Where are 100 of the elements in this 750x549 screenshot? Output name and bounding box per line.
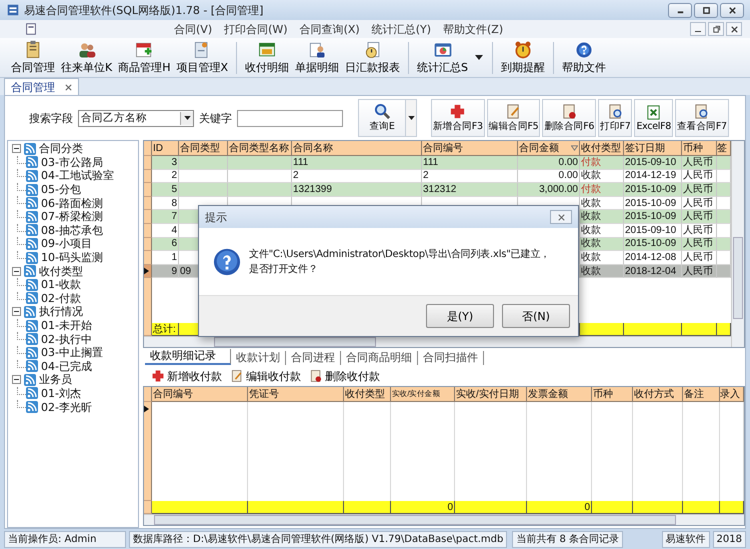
feed-icon <box>26 333 38 346</box>
detail-action-button[interactable]: 删除收付款 <box>307 368 382 384</box>
action-button[interactable]: 删除合同F6 <box>542 99 596 137</box>
query-dropdown-button[interactable] <box>405 99 417 137</box>
tree-item[interactable]: 04-工地试验室 <box>41 168 114 184</box>
table-cell <box>179 183 228 197</box>
detail-tab[interactable]: 合同扫描件 <box>418 351 484 365</box>
query-button[interactable]: 查询E <box>358 99 406 137</box>
tree-item[interactable]: 合同分类 <box>39 141 83 156</box>
vertical-scrollbar[interactable] <box>731 141 744 347</box>
search-field-dropdown[interactable]: 合同乙方名称 <box>78 110 194 126</box>
toolbar-button[interactable]: 商品管理H <box>115 39 174 76</box>
tree-item[interactable]: 01-收款 <box>41 277 81 292</box>
scroll-thumb[interactable] <box>733 237 743 319</box>
tree-item[interactable]: 02-执行中 <box>41 332 92 347</box>
toolbar-button[interactable]: 往来单位K <box>58 39 116 76</box>
feed-icon <box>26 360 38 372</box>
menu-item[interactable]: 合同查询(X) <box>294 22 366 36</box>
toolbar-button[interactable]: 帮助文件 <box>559 39 610 76</box>
action-button[interactable]: ExcelF8 <box>634 99 674 137</box>
table-cell: 收款 <box>580 224 624 238</box>
tree-item[interactable]: 02-付款 <box>41 290 81 306</box>
detail-tab[interactable]: 合同商品明细 <box>341 351 418 365</box>
toolbar-button[interactable]: 日汇款报表 <box>342 39 404 76</box>
scroll-thumb[interactable] <box>214 337 376 347</box>
minimize-button[interactable] <box>668 2 692 18</box>
tree-item[interactable]: 06-路面检测 <box>41 196 103 211</box>
table-cell: 2 <box>292 170 422 184</box>
total-cell <box>624 323 682 336</box>
tree-item[interactable]: 01-未开始 <box>41 318 92 334</box>
tree-item[interactable]: 03-市公路局 <box>41 154 103 170</box>
tree-item[interactable]: 03-中止搁置 <box>41 345 103 360</box>
scroll-thumb[interactable] <box>154 515 676 525</box>
table-cell: 收款 <box>580 210 624 224</box>
caret-icon <box>184 116 190 120</box>
detail-tab[interactable]: 收款明细记录 <box>145 349 231 365</box>
expander-icon[interactable] <box>12 266 21 276</box>
action-button[interactable]: 新增合同F3 <box>431 99 485 137</box>
magnifier-document-icon <box>606 103 624 120</box>
table-cell: 111 <box>422 156 518 170</box>
table-cell: 2015-09-10 <box>624 224 682 238</box>
menu-item[interactable]: 帮助文件(Z) <box>437 22 510 36</box>
dialog-button[interactable]: 是(Y) <box>426 304 494 328</box>
tree-item[interactable]: 05-分包 <box>41 182 81 198</box>
action-button[interactable]: 打印F7 <box>598 99 632 137</box>
feed-icon <box>26 156 38 168</box>
tree-item[interactable]: 收付类型 <box>39 264 83 279</box>
table-cell: 2015-09-10 <box>624 156 682 170</box>
document-tab[interactable]: 合同管理 <box>4 78 79 95</box>
table-cell: 人民币 <box>682 196 717 210</box>
tree-item[interactable]: 07-桥梁检测 <box>41 209 103 224</box>
tree-item[interactable]: 04-已完成 <box>41 358 92 374</box>
menu-item[interactable]: 统计汇总(Y) <box>366 22 438 36</box>
close-icon <box>556 212 566 222</box>
keyword-input[interactable] <box>237 110 343 126</box>
table-cell: 收款 <box>580 264 624 278</box>
tab-label[interactable]: 合同管理 <box>11 80 55 94</box>
expander-icon[interactable] <box>12 307 21 316</box>
dialog-button[interactable]: 否(N) <box>502 304 570 328</box>
dropdown-arrow-icon[interactable] <box>475 55 484 60</box>
tree-item[interactable]: 01-刘杰 <box>41 386 81 401</box>
horizontal-scrollbar[interactable] <box>144 514 744 525</box>
expander-icon[interactable] <box>12 375 21 384</box>
toolbar-button[interactable]: 项目管理X <box>174 39 232 76</box>
detail-action-button[interactable]: 编辑收付款 <box>228 368 303 384</box>
action-button[interactable]: 编辑合同F5 <box>486 99 540 137</box>
table-cell: 3,000.00 <box>518 183 580 197</box>
tree-item[interactable]: 执行情况 <box>39 304 83 320</box>
detail-action-button[interactable]: 新增收付款 <box>149 368 224 384</box>
expander-icon[interactable] <box>12 144 21 154</box>
toolbar-button[interactable]: 单据明细 <box>292 39 342 76</box>
close-button[interactable] <box>726 22 742 36</box>
spreadsheet-icon <box>645 104 662 121</box>
action-button[interactable]: 查看合同F7 <box>675 99 729 137</box>
row-indicator[interactable] <box>144 264 152 278</box>
maximize-button[interactable] <box>694 2 718 18</box>
close-icon <box>728 6 736 14</box>
horizontal-scrollbar[interactable] <box>144 336 731 347</box>
close-icon[interactable] <box>65 84 72 90</box>
table-cell: 人民币 <box>682 238 717 252</box>
toolbar-button[interactable]: 合同管理 <box>8 39 58 76</box>
menu-item[interactable]: 合同(V) <box>168 22 218 36</box>
feed-icon <box>26 210 38 223</box>
tree-item[interactable]: 02-李光昕 <box>41 400 92 415</box>
minimize-button[interactable] <box>690 22 706 36</box>
table-cell <box>717 196 731 210</box>
table-cell: 人民币 <box>682 183 717 197</box>
toolbar-button[interactable]: 统计汇总S <box>414 39 472 76</box>
tree-item[interactable]: 08-抽芯承包 <box>41 222 103 238</box>
tree-item[interactable]: 10-码头监测 <box>41 250 103 266</box>
close-button[interactable] <box>720 2 744 18</box>
detail-tab[interactable]: 收款计划 <box>231 351 286 365</box>
toolbar-button[interactable]: 收付明细 <box>242 39 292 76</box>
table-cell: 付款 <box>580 183 624 197</box>
detail-tab[interactable]: 合同进程 <box>286 351 341 365</box>
menu-item[interactable]: 打印合同(W) <box>218 22 294 36</box>
toolbar-button[interactable]: 到期提醒 <box>498 39 548 76</box>
tree-item[interactable]: 业务员 <box>39 372 72 388</box>
tree-item[interactable]: 09-小项目 <box>41 236 92 252</box>
restore-button[interactable] <box>708 22 724 36</box>
